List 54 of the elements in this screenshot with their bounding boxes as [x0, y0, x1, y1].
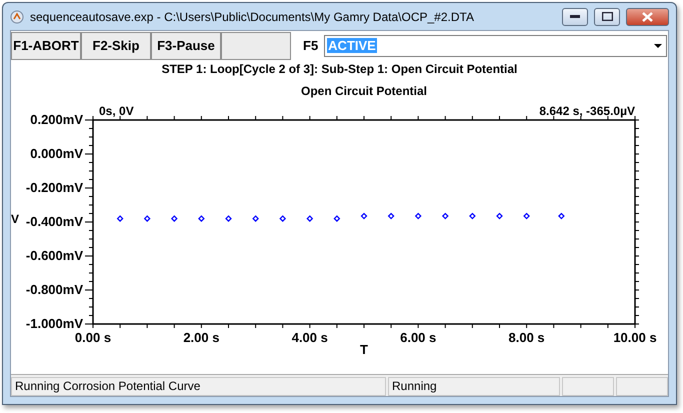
close-icon	[642, 12, 653, 22]
data-point	[469, 212, 476, 220]
x-tick-label: 4.00 s	[292, 330, 328, 345]
status-pane	[562, 377, 614, 396]
status-pane: Running Corrosion Potential Curve	[11, 377, 386, 396]
close-button[interactable]	[626, 8, 669, 26]
toolbar-button[interactable]: F1-ABORT	[11, 32, 81, 60]
x-tick-label: 2.00 s	[183, 330, 220, 345]
data-point	[225, 215, 232, 222]
minimize-icon	[570, 14, 580, 18]
x-axis-label: T	[360, 342, 368, 356]
data-point	[414, 212, 422, 220]
data-point	[116, 215, 124, 222]
y-tick-label: 0.200mV	[30, 112, 83, 127]
toolbar-button[interactable]: F2-Skip	[81, 32, 151, 60]
maximize-button[interactable]	[594, 8, 620, 26]
data-point	[306, 215, 314, 222]
data-point	[252, 215, 259, 222]
x-tick-label: 0.00 s	[74, 330, 112, 345]
x-tick-label: 10.00 s	[613, 330, 657, 345]
cursor-readout: 8.642 s, -365.0µV	[539, 104, 635, 118]
y-axis-label: V	[11, 212, 20, 226]
data-point	[558, 212, 565, 220]
data-point	[388, 212, 394, 220]
data-point	[334, 215, 340, 222]
y-tick-label: -1.000mV	[26, 316, 83, 331]
status-pane	[616, 377, 668, 396]
data-point	[198, 215, 205, 222]
toolbar-button[interactable]: F3-Pause	[151, 32, 221, 60]
step-text: STEP 1: Loop[Cycle 2 of 3]: Sub-Step 1: Open Circuit Potential	[160, 61, 518, 78]
data-point	[360, 212, 368, 220]
chart-title: Open Circuit Potential	[301, 84, 427, 98]
data-point	[442, 212, 449, 220]
maximize-icon	[602, 12, 612, 21]
y-tick-label: -0.200mV	[26, 180, 83, 195]
blank-toolbar-button[interactable]	[221, 32, 291, 60]
window-title: sequenceautosave.exp - C:\Users\Public\Documents\My Gamry Data\OCP_#2.DTA	[30, 10, 475, 24]
data-point	[496, 212, 503, 220]
data-point	[170, 215, 178, 222]
caret-icon[interactable]	[654, 44, 662, 48]
combo-label: F5	[303, 38, 318, 53]
app-icon	[10, 10, 24, 24]
data-point	[523, 212, 530, 220]
minimize-button[interactable]	[562, 8, 588, 26]
x-tick-label: 8.00 s	[508, 330, 545, 345]
y-tick-label: -0.600mV	[26, 248, 83, 263]
cursor-readout: 0s, 0V	[99, 104, 134, 118]
y-tick-label: 0.000mV	[30, 146, 83, 161]
x-tick-label: 6.00 s	[400, 330, 436, 345]
y-tick-label: -0.400mV	[26, 214, 83, 229]
status-pane: Running	[388, 377, 560, 396]
data-point	[144, 215, 151, 222]
y-tick-label: -0.800mV	[26, 282, 83, 297]
data-point	[279, 215, 286, 222]
